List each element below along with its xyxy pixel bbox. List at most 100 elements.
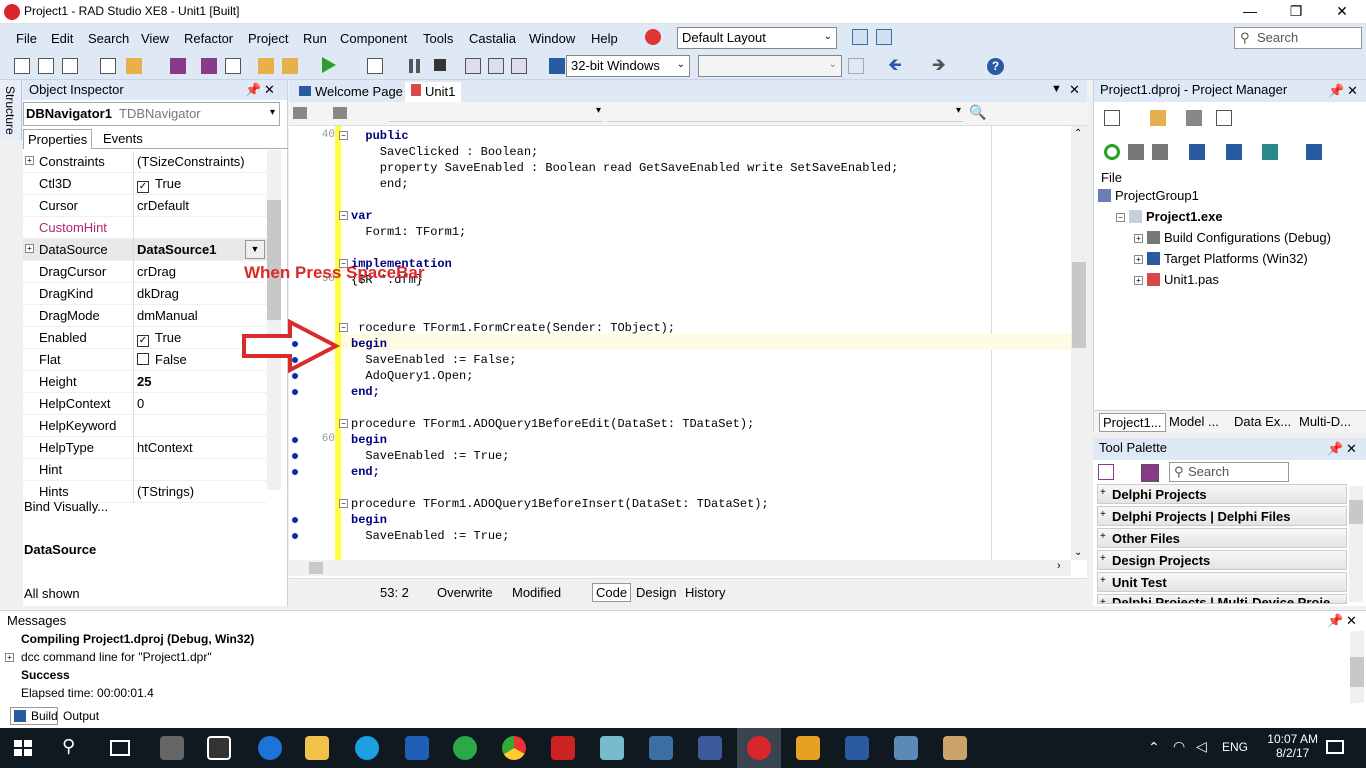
tab-events[interactable]: Events bbox=[99, 131, 147, 146]
expand-icon[interactable]: + bbox=[1134, 255, 1143, 264]
breakpoint-dot-icon[interactable] bbox=[292, 533, 298, 539]
tree-item[interactable]: + Unit1.pas bbox=[1134, 272, 1219, 287]
maximize-button[interactable]: ❐ bbox=[1273, 0, 1319, 24]
platform-select[interactable]: 32-bit Windows ⌄ bbox=[566, 55, 690, 77]
tab-build[interactable]: Build bbox=[10, 707, 58, 725]
fold-icon[interactable]: − bbox=[339, 211, 348, 220]
menu-search[interactable]: Search bbox=[88, 31, 129, 46]
fold-icon[interactable]: − bbox=[339, 419, 348, 428]
property-row[interactable]: HelpType htContext bbox=[23, 437, 267, 459]
property-value[interactable]: dmManual bbox=[137, 308, 198, 323]
tab-output[interactable]: Output bbox=[63, 709, 99, 723]
component-selector[interactable]: DBNavigator1 TDBNavigator ▾ bbox=[23, 102, 280, 126]
tab-unit1[interactable]: Unit1 bbox=[405, 82, 462, 102]
remove-from-project-icon[interactable] bbox=[282, 58, 298, 74]
whatsapp-icon[interactable] bbox=[453, 736, 477, 760]
open-project-icon[interactable] bbox=[126, 58, 142, 74]
property-value[interactable]: False bbox=[137, 352, 187, 367]
sort-icon[interactable] bbox=[1189, 144, 1205, 160]
notifications-icon[interactable] bbox=[1326, 740, 1344, 754]
pointer-icon[interactable] bbox=[1141, 464, 1159, 482]
new-file-icon[interactable] bbox=[38, 58, 54, 74]
code-line[interactable]: SaveEnabled := False; bbox=[351, 352, 516, 368]
scrollbar-thumb[interactable] bbox=[1349, 500, 1363, 524]
close-icon[interactable]: ✕ bbox=[264, 82, 275, 98]
expand-icon[interactable]: + bbox=[5, 653, 14, 662]
menu-component[interactable]: Component bbox=[340, 31, 407, 46]
fold-icon[interactable]: − bbox=[339, 259, 348, 268]
calculator-icon[interactable] bbox=[160, 736, 184, 760]
property-row[interactable]: Ctl3D ✓ True bbox=[23, 173, 267, 195]
menu-view[interactable]: View bbox=[141, 31, 169, 46]
chevron-down-icon[interactable]: ▼ bbox=[245, 240, 265, 259]
menu-edit[interactable]: Edit bbox=[51, 31, 73, 46]
wifi-icon[interactable]: ◠ bbox=[1173, 738, 1185, 755]
scrollbar-thumb[interactable] bbox=[309, 562, 323, 574]
tab-model-view[interactable]: Model ... bbox=[1169, 414, 1219, 429]
property-row[interactable]: DragCursor crDrag bbox=[23, 261, 267, 283]
paint-icon[interactable] bbox=[943, 736, 967, 760]
palette-category[interactable]: + Delphi Projects bbox=[1097, 484, 1347, 504]
scroll-right-icon[interactable]: › bbox=[1057, 560, 1061, 572]
code-line[interactable]: procedure TForm1.ADOQuery1BeforeInsert(D… bbox=[351, 496, 769, 512]
run-icon[interactable] bbox=[322, 57, 336, 73]
rad-studio-icon[interactable] bbox=[747, 736, 771, 760]
device-select[interactable]: ⌄ bbox=[698, 55, 842, 77]
expand-icon[interactable]: + bbox=[25, 244, 34, 253]
chevron-up-icon[interactable]: ⌃ bbox=[1148, 739, 1160, 756]
expand-all-icon[interactable] bbox=[1128, 144, 1144, 160]
collapse-icon[interactable] bbox=[1186, 110, 1202, 126]
tool-palette-search[interactable]: ⚲ Search bbox=[1169, 462, 1289, 482]
code-text-area[interactable]: public SaveClicked : Boolean; property S… bbox=[341, 126, 1071, 560]
close-icon[interactable]: ✕ bbox=[1346, 441, 1357, 457]
breakpoint-dot-icon[interactable] bbox=[292, 357, 298, 363]
pin-icon[interactable]: 📌 bbox=[1327, 441, 1343, 457]
code-line[interactable]: SaveClicked : Boolean; bbox=[351, 144, 538, 160]
layout-select[interactable]: Default Layout ⌄ bbox=[677, 27, 837, 49]
code-line[interactable]: end; bbox=[351, 464, 380, 480]
save-layout-icon[interactable] bbox=[852, 29, 868, 45]
back-arrow-icon[interactable]: 🡸 bbox=[888, 56, 902, 73]
code-line[interactable]: end; bbox=[351, 384, 380, 400]
property-row[interactable]: Flat False bbox=[23, 349, 267, 371]
pin-icon[interactable]: 📌 bbox=[245, 82, 261, 98]
menu-refactor[interactable]: Refactor bbox=[184, 31, 233, 46]
palette-category[interactable]: + Unit Test bbox=[1097, 572, 1347, 592]
message-line[interactable]: Elapsed time: 00:00:01.4 bbox=[21, 686, 154, 700]
message-line[interactable]: Compiling Project1.dproj (Debug, Win32) bbox=[21, 632, 254, 646]
search-icon[interactable]: ⚲ bbox=[62, 736, 75, 757]
file-explorer-icon[interactable] bbox=[305, 736, 329, 760]
code-line[interactable]: rocedure TForm1.FormCreate(Sender: TObje… bbox=[351, 320, 675, 336]
menu-project[interactable]: Project bbox=[248, 31, 288, 46]
messages-scrollbar[interactable] bbox=[1350, 631, 1364, 703]
outlook-icon[interactable] bbox=[405, 736, 429, 760]
add-file-icon[interactable] bbox=[1150, 110, 1166, 126]
code-line[interactable]: begin bbox=[351, 512, 387, 528]
app-icon[interactable] bbox=[845, 736, 869, 760]
property-row[interactable]: + Constraints (TSizeConstraints) bbox=[23, 151, 267, 173]
edge-icon[interactable] bbox=[258, 736, 282, 760]
new-project-icon[interactable] bbox=[1104, 110, 1120, 126]
trace-into-icon[interactable] bbox=[488, 58, 504, 74]
property-row[interactable]: DragMode dmManual bbox=[23, 305, 267, 327]
windows-start-icon[interactable] bbox=[14, 740, 32, 756]
tree-item[interactable]: + Build Configurations (Debug) bbox=[1134, 230, 1331, 245]
delphi-icon[interactable] bbox=[698, 736, 722, 760]
minimize-button[interactable]: — bbox=[1227, 0, 1273, 24]
message-line[interactable]: dcc command line for "Project1.dpr" bbox=[21, 650, 212, 664]
property-row[interactable]: Hint bbox=[23, 459, 267, 481]
checkbox[interactable] bbox=[137, 353, 149, 365]
pause-icon[interactable] bbox=[409, 59, 413, 73]
property-row[interactable]: + DataSource DataSource1 ▼ bbox=[23, 239, 267, 261]
breakpoint-dot-icon[interactable] bbox=[292, 437, 298, 443]
app-icon[interactable] bbox=[551, 736, 575, 760]
menu-castalia[interactable]: Castalia bbox=[469, 31, 516, 46]
code-line[interactable]: procedure TForm1.ADOQuery1BeforeEdit(Dat… bbox=[351, 416, 754, 432]
expand-icon[interactable]: + bbox=[1134, 234, 1143, 243]
close-icon[interactable]: ✕ bbox=[1347, 83, 1358, 99]
deploy-icon[interactable] bbox=[1306, 144, 1322, 160]
tab-history[interactable]: History bbox=[685, 585, 725, 600]
code-line[interactable]: SaveEnabled := True; bbox=[351, 448, 509, 464]
tree-item[interactable]: ProjectGroup1 bbox=[1098, 188, 1199, 203]
scrollbar-thumb[interactable] bbox=[1072, 262, 1086, 348]
